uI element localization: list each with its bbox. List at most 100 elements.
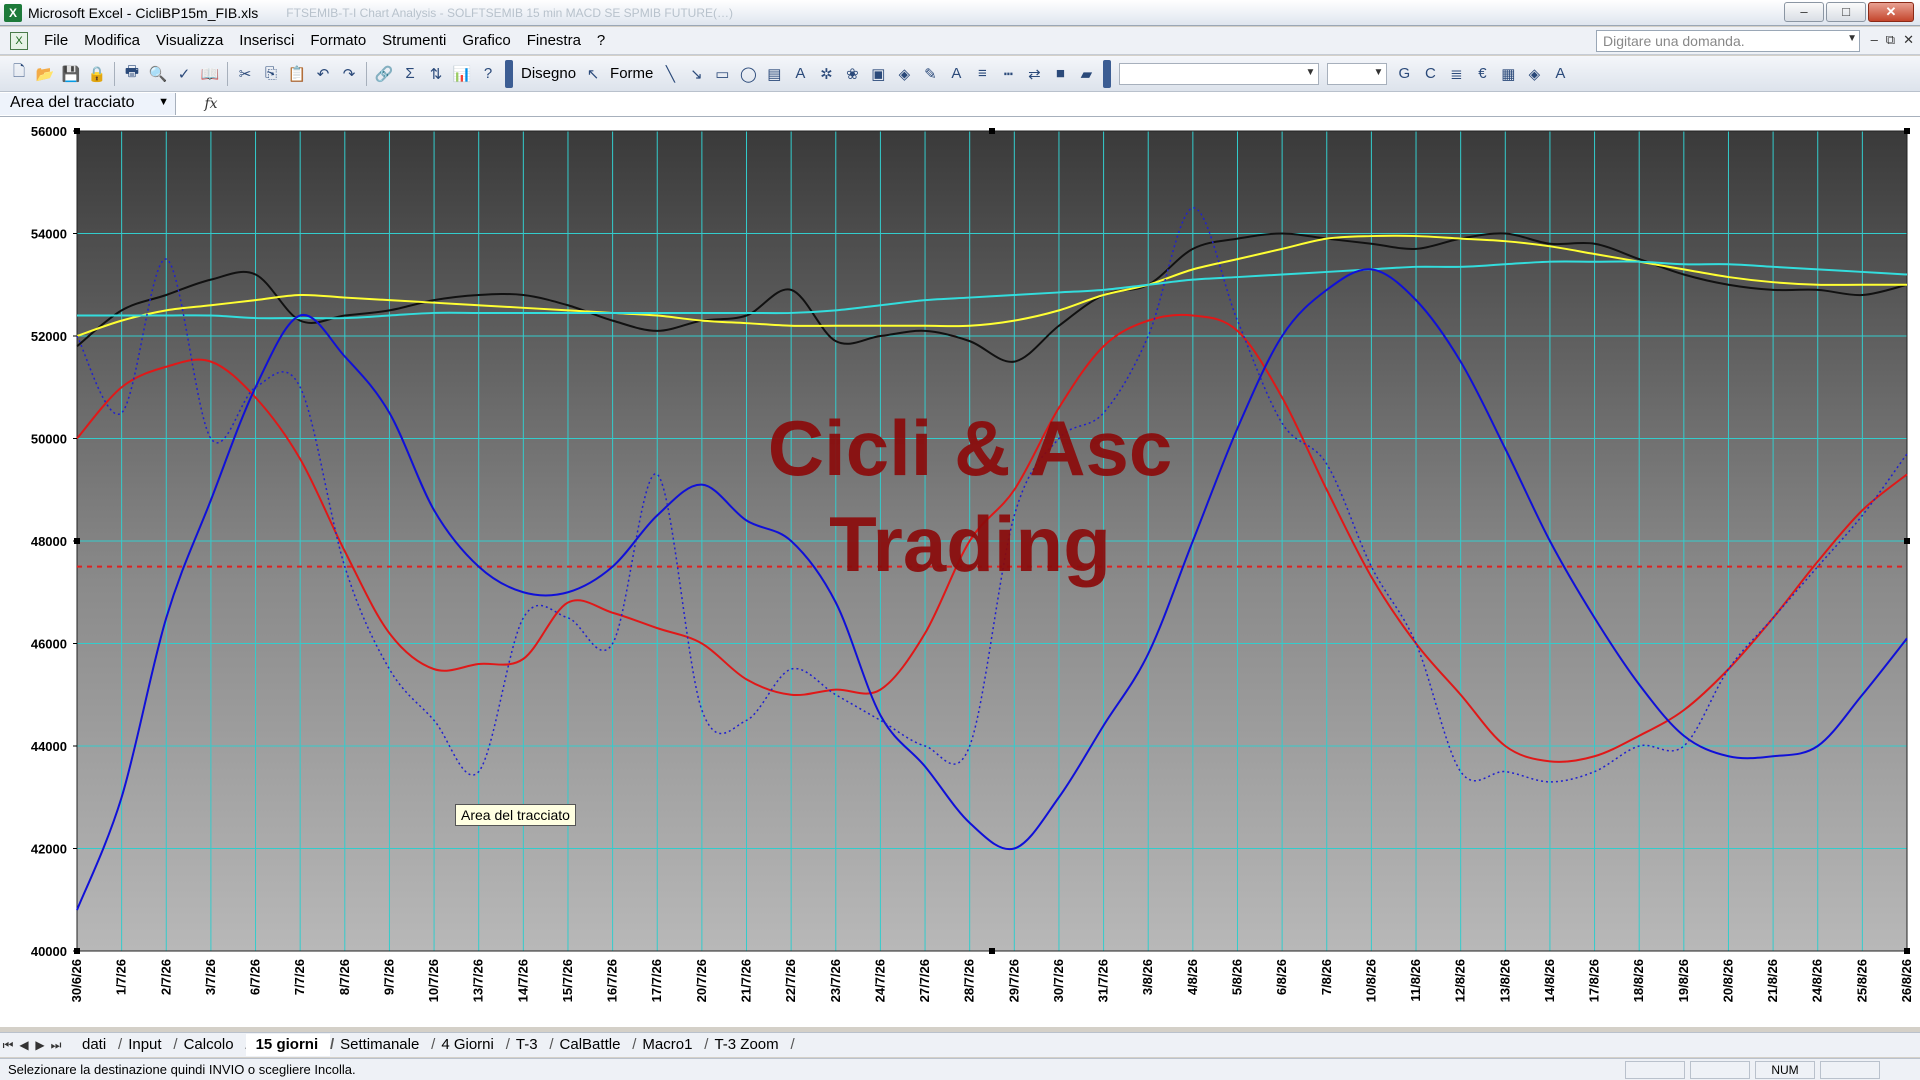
chevron-down-icon[interactable]: ▼ [158,96,169,108]
font-combo[interactable]: ▼ [1119,62,1320,85]
tab-t-3-zoom[interactable]: T-3 Zoom [704,1034,794,1056]
menu-visualizza[interactable]: Visualizza [148,28,231,54]
chevron-down-icon[interactable]: ▼ [1847,33,1857,44]
currency-icon[interactable]: € [1470,62,1494,86]
forme-menu[interactable]: Forme [606,65,657,82]
y-tick-label: 50000 [31,432,67,447]
permission-icon[interactable]: 🔒 [85,62,109,86]
tab-macro1[interactable]: Macro1 [632,1034,708,1056]
chart-area[interactable]: 56000 54000 52000 50000 48000 46000 44000 42000… [0,117,1920,1027]
tab-input[interactable]: Input [118,1034,178,1056]
menu-formato[interactable]: Formato [302,28,374,54]
close-button[interactable]: ✕ [1868,2,1914,22]
autosum-icon[interactable]: Σ [398,62,422,86]
workbook-restore-button[interactable]: ⧉ [1886,32,1895,48]
redo-icon[interactable]: ↷ [337,62,361,86]
resize-handle[interactable] [1904,538,1910,544]
x-tick-label: 2/7/26 [158,959,173,995]
wordart-icon[interactable]: A [788,62,812,86]
tab-dati[interactable]: dati [72,1034,122,1056]
workbook-minimize-button[interactable]: – [1871,32,1878,48]
spelling-icon[interactable]: ✓ [172,62,196,86]
line-color-icon[interactable]: ✎ [918,62,942,86]
highlight-icon[interactable]: ◈ [1522,62,1546,86]
toolbar-options-handle[interactable] [505,59,513,88]
fill-color-icon[interactable]: ◈ [892,62,916,86]
resize-handle[interactable] [1904,948,1910,954]
name-box[interactable]: Area del tracciato ▼ [0,93,176,115]
chart[interactable]: 56000 54000 52000 50000 48000 46000 44000 42000… [0,117,1920,1027]
oval-icon[interactable]: ◯ [736,62,760,86]
tab-15-giorni[interactable]: 15 giorni [245,1034,334,1056]
menu-strumenti[interactable]: Strumenti [374,28,454,54]
tab-calbattle[interactable]: CalBattle [550,1034,637,1056]
formula-input[interactable] [246,93,1920,115]
workbook-icon[interactable]: X [10,31,28,50]
arrow-icon[interactable]: ↘ [684,62,708,86]
menu-finestra[interactable]: Finestra [519,28,589,54]
status-cell [1625,1061,1685,1079]
tab-settimanale[interactable]: Settimanale [330,1034,435,1056]
menu-grafico[interactable]: Grafico [454,28,518,54]
resize-handle[interactable] [989,128,995,134]
research-icon[interactable]: 📖 [198,62,222,86]
chevron-down-icon[interactable]: ▼ [1373,67,1383,78]
sort-icon[interactable]: ⇅ [424,62,448,86]
function-icon[interactable]: fx [176,96,246,112]
dash-style-icon[interactable]: ┅ [996,62,1020,86]
chevron-down-icon[interactable]: ▼ [1305,67,1315,78]
resize-handle[interactable] [74,128,80,134]
tab-calcolo[interactable]: Calcolo [174,1034,250,1056]
disegno-menu[interactable]: Disegno [517,65,580,82]
last-sheet-icon[interactable]: ⏭ [48,1038,64,1053]
menu-help[interactable]: ? [589,28,613,54]
shadow-icon[interactable]: ■ [1048,62,1072,86]
font-size-combo[interactable]: ▼ [1327,62,1388,85]
paste-icon[interactable]: 📋 [285,62,309,86]
3d-icon[interactable]: ▰ [1074,62,1098,86]
resize-handle[interactable] [74,538,80,544]
font-color-icon-2[interactable]: A [1548,62,1572,86]
textbox-icon[interactable]: ▤ [762,62,786,86]
first-sheet-icon[interactable]: ⏮ [0,1038,16,1053]
diagram-icon[interactable]: ✲ [814,62,838,86]
rectangle-icon[interactable]: ▭ [710,62,734,86]
clipart-icon[interactable]: ❀ [840,62,864,86]
italic-icon[interactable]: C [1418,62,1442,86]
resize-handle[interactable] [1904,128,1910,134]
next-sheet-icon[interactable]: ▶ [32,1038,48,1052]
arrow-style-icon[interactable]: ⇄ [1022,62,1046,86]
chart-wizard-icon[interactable]: 📊 [450,62,474,86]
picture-icon[interactable]: ▣ [866,62,890,86]
align-icon[interactable]: ≣ [1444,62,1468,86]
cut-icon[interactable]: ✂ [233,62,257,86]
minimize-button[interactable]: – [1784,2,1824,22]
undo-icon[interactable]: ↶ [311,62,335,86]
tab-t-3[interactable]: T-3 [506,1034,553,1056]
menu-file[interactable]: File [36,28,76,54]
bold-icon[interactable]: G [1392,62,1416,86]
line-icon[interactable]: ╲ [658,62,682,86]
menu-inserisci[interactable]: Inserisci [231,28,302,54]
menu-modifica[interactable]: Modifica [76,28,148,54]
prev-sheet-icon[interactable]: ◀ [16,1038,32,1052]
font-color-icon[interactable]: A [944,62,968,86]
resize-handle[interactable] [989,948,995,954]
toolbar-options-handle-2[interactable] [1103,59,1112,88]
borders-icon[interactable]: ▦ [1496,62,1520,86]
print-preview-icon[interactable]: 🔍 [146,62,170,86]
resize-handle[interactable] [74,948,80,954]
tab-4-giorni[interactable]: 4 Giorni [431,1034,509,1056]
select-objects-icon[interactable]: ↖ [581,62,605,86]
open-icon[interactable]: 📂 [33,62,57,86]
save-icon[interactable]: 💾 [59,62,83,86]
hyperlink-icon[interactable]: 🔗 [372,62,396,86]
workbook-close-button[interactable]: ✕ [1903,32,1914,48]
maximize-button[interactable]: □ [1826,2,1866,22]
print-icon[interactable]: 🖶 [120,62,144,86]
new-icon[interactable]: 🗋 [7,62,31,86]
help-icon[interactable]: ? [476,62,500,86]
ask-question-input[interactable]: Digitare una domanda. ▼ [1596,30,1860,52]
copy-icon[interactable]: ⎘ [259,62,283,86]
line-style-icon[interactable]: ≡ [970,62,994,86]
